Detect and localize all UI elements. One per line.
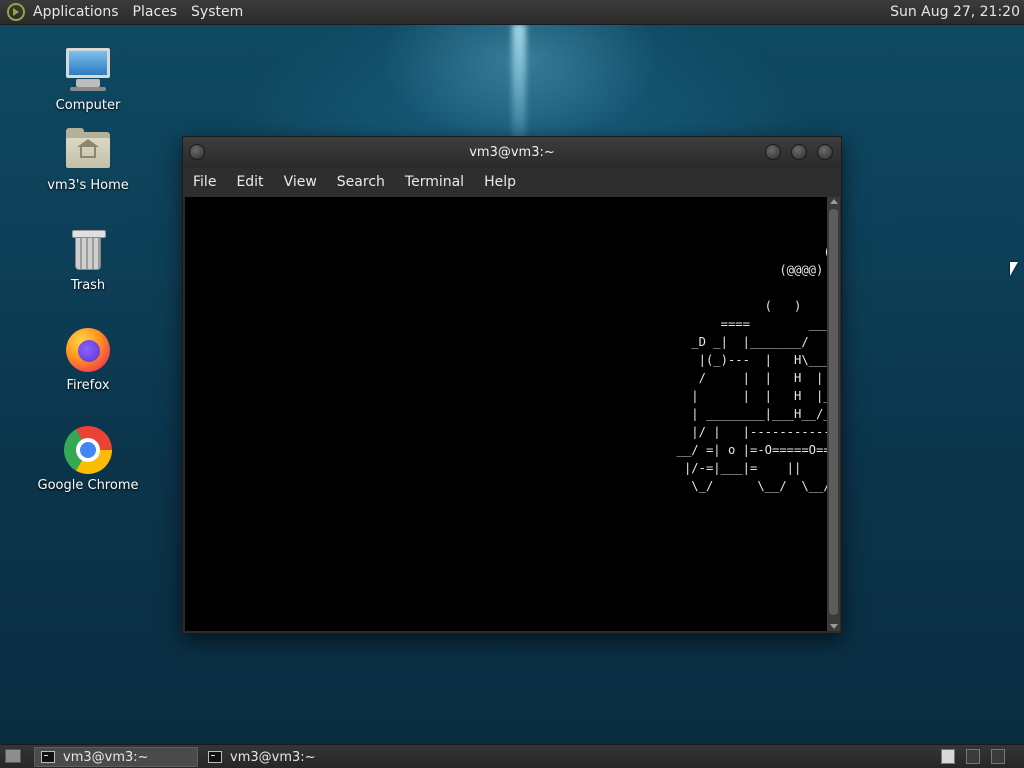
firefox-icon — [64, 326, 112, 374]
taskbar-item-label: vm3@vm3:~ — [230, 749, 316, 765]
terminal-window[interactable]: vm3@vm3:~ File Edit View Search Terminal… — [182, 136, 842, 634]
terminal-scrollbar[interactable] — [827, 197, 840, 631]
window-titlebar[interactable]: vm3@vm3:~ — [183, 137, 841, 167]
home-folder-icon — [64, 126, 112, 174]
terminal-icon — [41, 751, 55, 763]
taskbar-item-terminal-2[interactable]: vm3@vm3:~ — [202, 747, 366, 767]
desktop-icon-trash[interactable]: Trash — [28, 226, 148, 293]
taskbar-item-terminal-1[interactable]: vm3@vm3:~ — [34, 747, 198, 767]
bottom-panel: vm3@vm3:~ vm3@vm3:~ — [0, 744, 1024, 768]
mouse-cursor-icon — [1010, 262, 1018, 276]
desktop-icon-label: Trash — [70, 278, 106, 293]
desktop-icon-label: Computer — [55, 98, 121, 113]
desktop-icon-computer[interactable]: Computer — [28, 46, 148, 113]
desktop-icon-chrome[interactable]: Google Chrome — [28, 426, 148, 493]
menu-view[interactable]: View — [284, 174, 317, 190]
top-panel: Applications Places System Sun Aug 27, 2… — [0, 0, 1024, 25]
show-desktop-icon[interactable] — [5, 749, 21, 763]
terminal-output-area[interactable]: ( ) ( (@@@) ( ) — [185, 197, 827, 631]
workspace-3[interactable] — [991, 749, 1005, 764]
trash-icon — [64, 226, 112, 274]
taskbar-item-label: vm3@vm3:~ — [63, 749, 149, 765]
desktop: Applications Places System Sun Aug 27, 2… — [0, 0, 1024, 768]
distro-logo-icon[interactable] — [7, 3, 25, 21]
desktop-icon-label: Google Chrome — [37, 478, 139, 493]
menu-edit[interactable]: Edit — [236, 174, 263, 190]
minimize-button[interactable] — [765, 144, 781, 160]
maximize-button[interactable] — [791, 144, 807, 160]
desktop-icon-label: Firefox — [66, 378, 110, 393]
panel-clock[interactable]: Sun Aug 27, 21:20 — [890, 4, 1020, 20]
menu-search[interactable]: Search — [337, 174, 385, 190]
scrollbar-thumb[interactable] — [829, 209, 838, 615]
scroll-down-icon[interactable] — [830, 624, 838, 629]
workspace-1[interactable] — [941, 749, 955, 764]
window-title: vm3@vm3:~ — [469, 145, 555, 160]
scroll-up-icon[interactable] — [830, 199, 838, 204]
menu-system[interactable]: System — [191, 4, 243, 20]
close-button[interactable] — [817, 144, 833, 160]
computer-icon — [64, 46, 112, 94]
menu-terminal[interactable]: Terminal — [405, 174, 464, 190]
menu-applications[interactable]: Applications — [33, 4, 119, 20]
desktop-icon-home[interactable]: vm3's Home — [28, 126, 148, 193]
menu-file[interactable]: File — [193, 174, 216, 190]
terminal-menubar: File Edit View Search Terminal Help — [183, 167, 841, 197]
menu-places[interactable]: Places — [133, 4, 178, 20]
desktop-icon-label: vm3's Home — [47, 178, 129, 193]
menu-help[interactable]: Help — [484, 174, 516, 190]
wallpaper-light-streak — [512, 24, 526, 144]
chrome-icon — [64, 426, 112, 474]
terminal-output-text: ( ) ( (@@@) ( ) — [676, 245, 827, 493]
terminal-icon — [208, 751, 222, 763]
desktop-icon-firefox[interactable]: Firefox — [28, 326, 148, 393]
workspace-2[interactable] — [966, 749, 980, 764]
